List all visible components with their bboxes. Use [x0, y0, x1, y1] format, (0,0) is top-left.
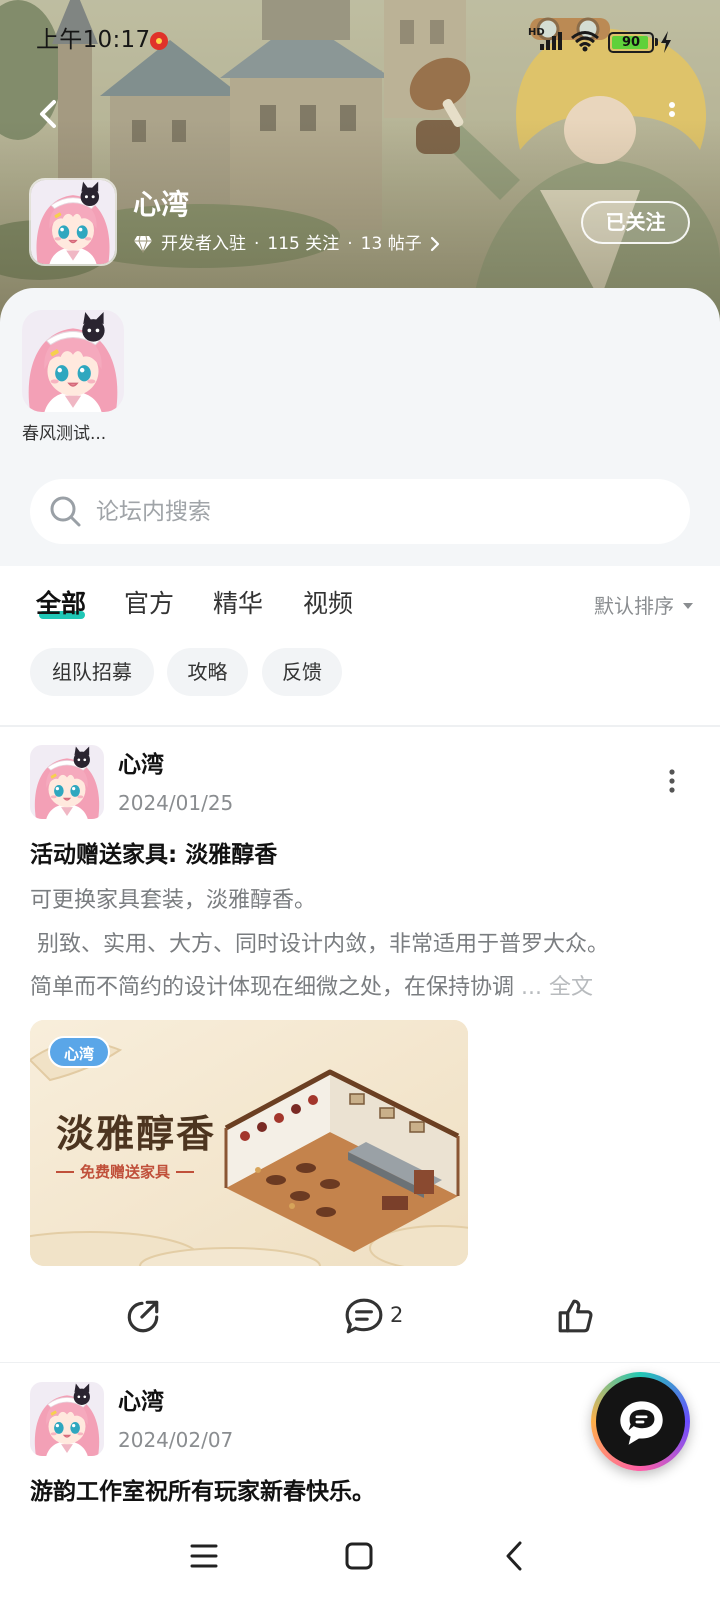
- forum-page: 上午10:17 HD 90 心湾 开发者入驻 · 115 关注 · 13 帖子 …: [0, 0, 720, 1600]
- post-body-line-last: 简单而不简约的设计体现在细微之处，在保持协调 ... 全文: [30, 973, 690, 1003]
- sort-dropdown[interactable]: 默认排序: [594, 593, 674, 619]
- status-time: 上午10:17: [36, 27, 151, 53]
- charging-icon: [661, 31, 671, 53]
- follow-count: 115 关注: [267, 234, 340, 254]
- chip-team-recruit[interactable]: 组队招募: [30, 648, 154, 696]
- game-icon[interactable]: [22, 310, 124, 412]
- forum-avatar: [29, 178, 117, 266]
- banner-subtitle-text: 免费赠送家具: [80, 1163, 171, 1181]
- caret-down-icon: [683, 603, 693, 609]
- home-icon[interactable]: [344, 1541, 374, 1571]
- battery-level: 90: [621, 35, 641, 50]
- post-image[interactable]: 心湾 淡雅醇香 免费赠送家具: [30, 1020, 468, 1266]
- menu-icon[interactable]: [189, 1542, 219, 1570]
- banner-logo: 心湾: [48, 1036, 110, 1068]
- search-input[interactable]: [96, 479, 666, 544]
- post-body-line: 别致、实用、大方、同时设计内敛，非常适用于普罗大众。: [30, 932, 609, 957]
- back-arrow-icon: [40, 100, 56, 128]
- followed-button[interactable]: 已关注: [581, 201, 690, 244]
- share-icon[interactable]: [124, 1296, 162, 1336]
- post-more-icon[interactable]: [666, 768, 678, 794]
- post-date: 2024/02/07: [118, 1428, 234, 1452]
- banner-title: 淡雅醇香: [56, 1111, 217, 1156]
- notification-app-icon: [150, 32, 168, 50]
- chip-guide[interactable]: 攻略: [167, 648, 248, 696]
- comment-count: 2: [390, 1303, 404, 1327]
- chat-bot-icon: [620, 1401, 663, 1445]
- more-options-button[interactable]: [660, 96, 684, 132]
- like-icon[interactable]: [556, 1296, 594, 1336]
- post-count: 13 帖子: [360, 234, 422, 254]
- wifi-icon: [571, 31, 599, 52]
- stats-separator: ·: [254, 234, 260, 254]
- forum-title: 心湾: [133, 188, 190, 221]
- post-date: 2024/01/25: [118, 791, 234, 815]
- back-button[interactable]: [30, 94, 70, 134]
- truncation-ellipsis: ...: [514, 975, 549, 1000]
- post-body-line: 可更换家具套装，淡雅醇香。: [30, 888, 317, 913]
- game-label[interactable]: 春风测试...: [22, 423, 106, 445]
- search-bar[interactable]: [30, 479, 690, 544]
- read-more-link[interactable]: 全文: [549, 975, 593, 1000]
- system-nav-bar: [0, 1512, 720, 1600]
- search-icon: [50, 496, 81, 527]
- forum-stats[interactable]: 开发者入驻 · 115 关注 · 13 帖子: [133, 232, 440, 256]
- post-author-avatar[interactable]: [30, 1382, 104, 1456]
- post-author-name[interactable]: 心湾: [118, 750, 164, 780]
- post-author-avatar[interactable]: [30, 745, 104, 819]
- more-icon: [669, 102, 675, 117]
- banner-subtitle: 免费赠送家具: [56, 1162, 195, 1182]
- tab-official[interactable]: 官方: [124, 588, 174, 620]
- nav-back-icon[interactable]: [500, 1540, 530, 1572]
- post-author-name[interactable]: 心湾: [118, 1387, 164, 1417]
- developer-badge: 开发者入驻: [161, 234, 246, 254]
- stats-separator: ·: [347, 234, 353, 254]
- tab-video[interactable]: 视频: [303, 588, 353, 620]
- tab-featured[interactable]: 精华: [213, 588, 263, 620]
- post-body-text: 简单而不简约的设计体现在细微之处，在保持协调: [30, 975, 515, 1000]
- battery-nub: [655, 38, 658, 46]
- tab-all[interactable]: 全部: [36, 588, 86, 620]
- divider: [0, 725, 720, 727]
- divider: [0, 1362, 720, 1363]
- chat-bot-button[interactable]: [591, 1372, 690, 1471]
- battery-icon: 90: [608, 32, 654, 53]
- post-title[interactable]: 游韵工作室祝所有玩家新春快乐。: [30, 1477, 375, 1507]
- diamond-icon: [134, 235, 152, 253]
- comment-icon[interactable]: [344, 1296, 384, 1336]
- chip-feedback[interactable]: 反馈: [262, 648, 342, 696]
- signal-icon: [540, 32, 562, 50]
- chevron-right-icon: [430, 236, 439, 252]
- post-title[interactable]: 活动赠送家具: 淡雅醇香: [30, 840, 277, 870]
